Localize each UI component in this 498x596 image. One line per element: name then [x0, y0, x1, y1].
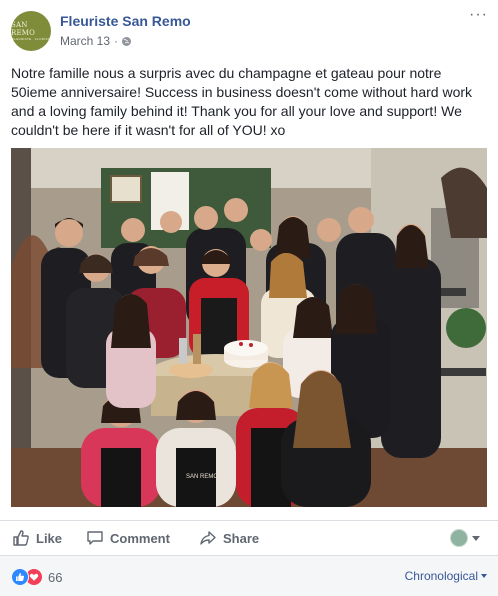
reaction-count: 66 [48, 569, 63, 585]
chevron-down-icon [481, 574, 487, 578]
action-bar: Like Comment Share [0, 520, 498, 555]
page-name-link[interactable]: Fleuriste San Remo [60, 13, 191, 29]
avatar-logo-subtext: FLEURISTE · FLORIST [12, 37, 50, 41]
comment-button[interactable]: Comment [86, 529, 170, 547]
post-text: Notre famille nous a surpris avec du cha… [11, 65, 473, 138]
group-photo-illustration: SAN REMO [11, 148, 487, 507]
sort-label: Chronological [404, 569, 478, 583]
apron-text: SAN REMO [186, 474, 218, 480]
post-timestamp[interactable]: March 13 [60, 34, 110, 48]
share-arrow-icon [200, 531, 216, 545]
like-button[interactable]: Like [12, 529, 62, 547]
comment-label: Comment [110, 530, 170, 546]
comment-sort-dropdown[interactable]: Chronological [405, 569, 487, 583]
like-label: Like [36, 530, 63, 546]
share-button[interactable]: Share [199, 529, 259, 547]
post-meta: March 13 · [60, 34, 132, 48]
chevron-down-icon [472, 535, 480, 541]
more-options-icon[interactable]: ··· [469, 6, 488, 24]
post-as-selector[interactable] [450, 529, 480, 547]
globe-icon[interactable] [122, 36, 132, 46]
avatar-logo-text: SAN REMO [11, 21, 36, 37]
meta-separator: · [114, 34, 119, 48]
share-label: Share [223, 530, 260, 546]
reactions-bar: 66 Chronological [0, 555, 498, 596]
viewer-avatar [450, 529, 468, 547]
reactions-summary[interactable]: 66 [11, 568, 62, 586]
post-photo[interactable]: SAN REMO [11, 148, 487, 507]
comment-icon [87, 531, 103, 545]
like-reaction-icon [11, 568, 29, 586]
thumbs-up-icon [13, 530, 29, 546]
facebook-post: SAN REMO FLEURISTE · FLORIST Fleuriste S… [0, 0, 498, 596]
page-avatar[interactable]: SAN REMO FLEURISTE · FLORIST [11, 11, 51, 51]
